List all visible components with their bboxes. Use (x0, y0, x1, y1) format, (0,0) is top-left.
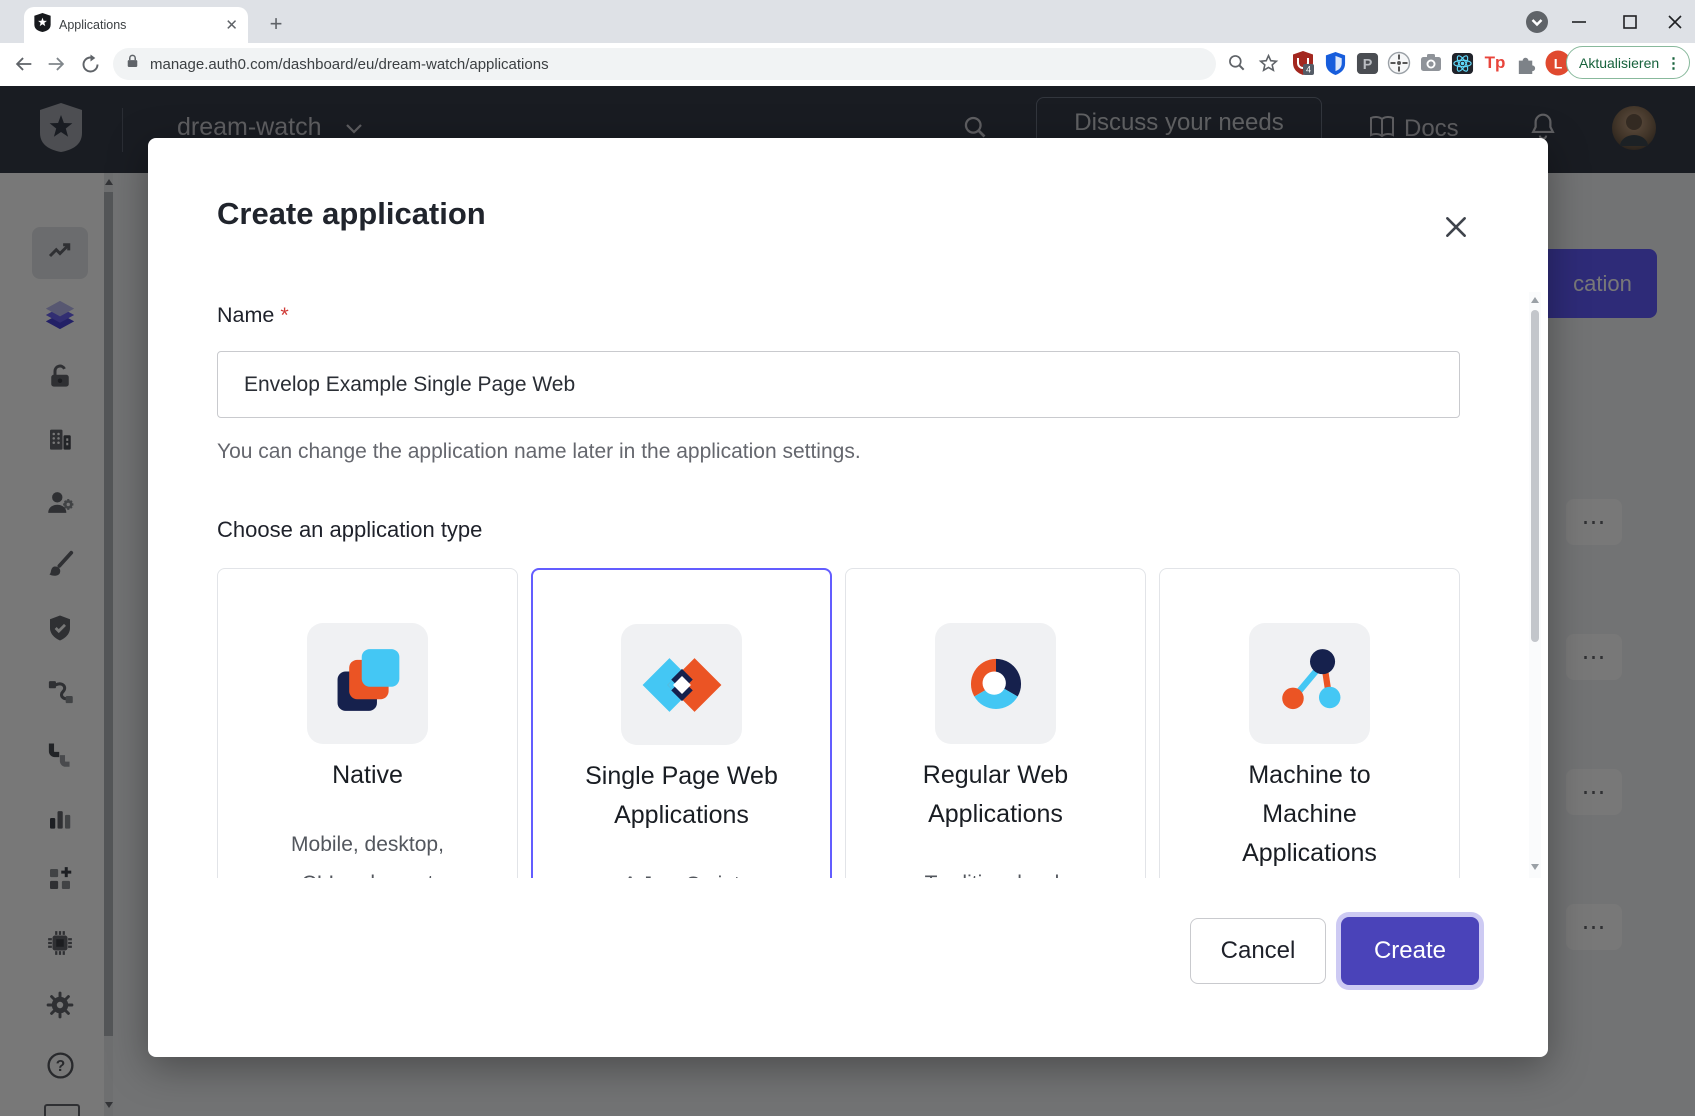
screen: Applications ✕ + manage.auth0.com/dashbo… (0, 0, 1695, 1116)
application-type-cards: Native Mobile, desktop, CLI and smart Si… (217, 568, 1460, 878)
reload-button[interactable] (76, 50, 104, 78)
name-label-text: Name (217, 303, 274, 327)
card-title: Single Page Web Applications (533, 757, 830, 835)
m2m-app-icon (1249, 623, 1370, 744)
camera-extension-icon[interactable] (1418, 50, 1444, 76)
modal-scrollbar-thumb[interactable] (1531, 310, 1539, 642)
card-title: Regular Web Applications (846, 756, 1145, 834)
card-desc: Mobile, desktop, CLI and smart (218, 825, 517, 878)
bookmark-star-icon[interactable] (1255, 50, 1281, 76)
ublock-extension-icon[interactable]: 4 (1290, 50, 1316, 76)
app-type-card-m2m[interactable]: Machine to Machine Applications (1159, 568, 1460, 878)
new-tab-button[interactable]: + (262, 10, 290, 38)
application-name-input[interactable] (217, 351, 1460, 418)
window-minimize-button[interactable] (1565, 9, 1593, 35)
update-chrome-button[interactable]: Aktualisieren ⋮ (1566, 46, 1690, 79)
tampermonkey-extension-icon[interactable]: Tp (1482, 50, 1508, 76)
modal-close-button[interactable] (1437, 208, 1475, 246)
crosshair-extension-icon[interactable] (1386, 50, 1412, 76)
app-type-card-native[interactable]: Native Mobile, desktop, CLI and smart (217, 568, 518, 878)
extensions-puzzle-icon[interactable] (1513, 50, 1539, 76)
update-label: Aktualisieren (1579, 55, 1666, 71)
browser-menu-dots-icon[interactable]: ⋮ (1666, 54, 1681, 72)
svg-text:P: P (1362, 56, 1372, 72)
window-maximize-button[interactable] (1616, 9, 1644, 35)
card-title: Native (218, 756, 517, 795)
url-bar[interactable]: manage.auth0.com/dashboard/eu/dream-watc… (113, 48, 1216, 80)
regular-web-app-icon (935, 623, 1056, 744)
app-type-card-spa[interactable]: Single Page Web Applications A JavaScrip… (531, 568, 832, 878)
forward-button[interactable] (42, 50, 70, 78)
auth0-favicon-icon (34, 13, 51, 37)
browser-tab[interactable]: Applications ✕ (24, 7, 248, 43)
name-field-label: Name * (217, 303, 289, 328)
tab-title: Applications (59, 18, 225, 32)
react-devtools-extension-icon[interactable] (1449, 50, 1475, 76)
card-desc: Traditional web (846, 864, 1145, 878)
required-asterisk: * (280, 303, 288, 327)
browser-tab-bar (0, 0, 1695, 43)
modal-scroll-up-arrow-icon[interactable] (1531, 297, 1539, 303)
name-help-text: You can change the application name late… (217, 440, 861, 464)
modal-scroll-down-arrow-icon[interactable] (1531, 864, 1539, 870)
modal-title: Create application (217, 196, 486, 232)
url-text: manage.auth0.com/dashboard/eu/dream-watc… (150, 56, 549, 73)
lock-icon (125, 53, 140, 75)
browser-menu-chevron-icon[interactable] (1523, 9, 1551, 35)
tab-close-icon[interactable]: ✕ (225, 18, 238, 33)
back-button[interactable] (10, 50, 38, 78)
zoom-page-icon[interactable] (1224, 50, 1250, 76)
card-title: Machine to Machine Applications (1160, 756, 1459, 873)
spa-app-icon (621, 624, 742, 745)
p-extension-icon[interactable]: P (1354, 50, 1380, 76)
native-app-icon (307, 623, 428, 744)
app-type-card-regular-web[interactable]: Regular Web Applications Traditional web (845, 568, 1146, 878)
svg-text:L: L (1554, 56, 1563, 72)
bitwarden-extension-icon[interactable] (1322, 50, 1348, 76)
window-close-button[interactable] (1661, 9, 1689, 35)
choose-type-label: Choose an application type (217, 517, 482, 543)
create-button[interactable]: Create (1341, 917, 1479, 985)
cancel-button[interactable]: Cancel (1190, 918, 1326, 984)
card-desc: A JavaScript (533, 865, 830, 878)
ublock-badge: 4 (1306, 65, 1311, 75)
